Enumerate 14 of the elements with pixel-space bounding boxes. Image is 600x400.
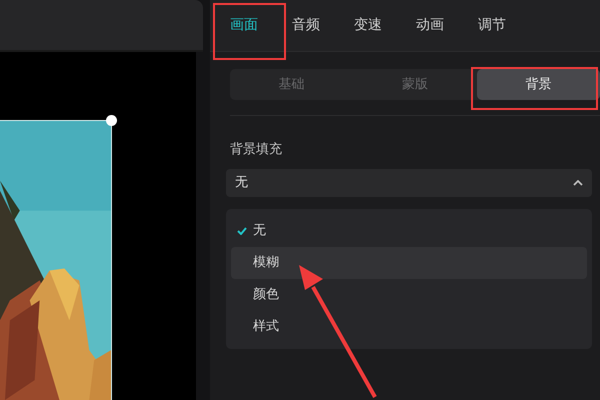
tab[interactable]: 音频 <box>292 15 350 36</box>
menu-option[interactable]: 模糊 <box>231 246 587 278</box>
segment-tab[interactable]: 背景 <box>476 69 600 100</box>
field-label: 背景填充 <box>230 141 283 159</box>
menu-option[interactable]: 颜色 <box>231 278 587 310</box>
tab[interactable]: 动画 <box>416 15 474 36</box>
select-value: 无 <box>235 174 249 192</box>
tab[interactable]: 变速 <box>354 15 412 36</box>
tab[interactable]: 调节 <box>478 15 536 36</box>
menu-option[interactable]: 无 <box>231 214 587 246</box>
dropdown-select[interactable]: 无 <box>226 168 592 196</box>
resize-handle[interactable] <box>106 115 117 126</box>
menu-option[interactable]: 样式 <box>231 310 587 342</box>
tab[interactable]: 画面 <box>230 15 288 36</box>
